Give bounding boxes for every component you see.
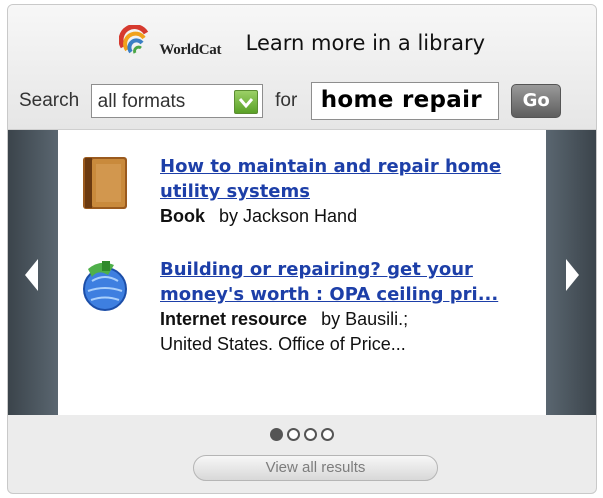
result-title-line2: money's worth : OPA ceiling pri... <box>160 284 499 305</box>
result-author: by Bausili.; <box>321 309 409 329</box>
brand-row: WorldCat Learn more in a library <box>8 24 596 65</box>
pagination-dots <box>8 428 596 441</box>
result-format: Book <box>160 206 205 226</box>
results-panel: How to maintain and repair home utility … <box>58 130 559 415</box>
for-label: for <box>275 90 298 111</box>
result-meta: Book by Jackson Hand <box>160 204 551 229</box>
format-select[interactable]: all formats <box>90 84 263 118</box>
result-meta: Internet resource by Bausili.; United Sta… <box>160 307 551 357</box>
search-input-value: home repair <box>320 87 482 113</box>
result-title-line1: Building or repairing? get your <box>160 259 473 280</box>
logo-text: WorldCat <box>159 42 222 59</box>
tagline: Learn more in a library <box>245 30 486 55</box>
result-author: by Jackson Hand <box>219 206 358 226</box>
result-title-link[interactable]: How to maintain and repair home utility … <box>160 154 551 204</box>
search-input[interactable]: home repair <box>310 82 499 120</box>
search-label: Search <box>19 90 80 111</box>
chevron-left-icon <box>25 259 38 291</box>
result-author-continued: United States. Office of Price... <box>160 334 406 354</box>
page-dot-4[interactable] <box>321 428 334 441</box>
chevron-right-icon <box>566 259 579 291</box>
dropdown-arrow-glyph <box>238 98 253 109</box>
results-carousel: How to maintain and repair home utility … <box>8 130 596 415</box>
book-icon[interactable] <box>82 156 128 210</box>
go-button[interactable]: Go <box>511 84 562 118</box>
result-text: Building or repairing? get your money's … <box>160 257 551 357</box>
result-title-link[interactable]: Building or repairing? get your money's … <box>160 257 551 307</box>
page-dot-2[interactable] <box>287 428 300 441</box>
worldcat-logo-icon <box>118 24 149 54</box>
result-title-line2: utility systems <box>160 181 310 202</box>
worldcat-logo[interactable]: WorldCat <box>118 24 222 60</box>
page-dot-1[interactable] <box>270 428 283 441</box>
result-format: Internet resource <box>160 309 308 329</box>
previous-button[interactable] <box>8 130 58 415</box>
widget-header: WorldCat Learn more in a library Search … <box>8 5 596 130</box>
globe-icon[interactable] <box>82 259 128 313</box>
page-dot-3[interactable] <box>304 428 317 441</box>
format-select-value: all formats <box>97 91 186 112</box>
result-text: How to maintain and repair home utility … <box>160 154 551 229</box>
worldcat-widget: WorldCat Learn more in a library Search … <box>7 4 597 494</box>
search-row: Search all formats for home repair Go <box>19 82 562 120</box>
chevron-down-icon[interactable] <box>233 90 258 114</box>
result-title-line1: How to maintain and repair home <box>160 156 502 177</box>
view-all-results-button[interactable]: View all results <box>193 455 438 481</box>
next-button[interactable] <box>546 130 596 415</box>
